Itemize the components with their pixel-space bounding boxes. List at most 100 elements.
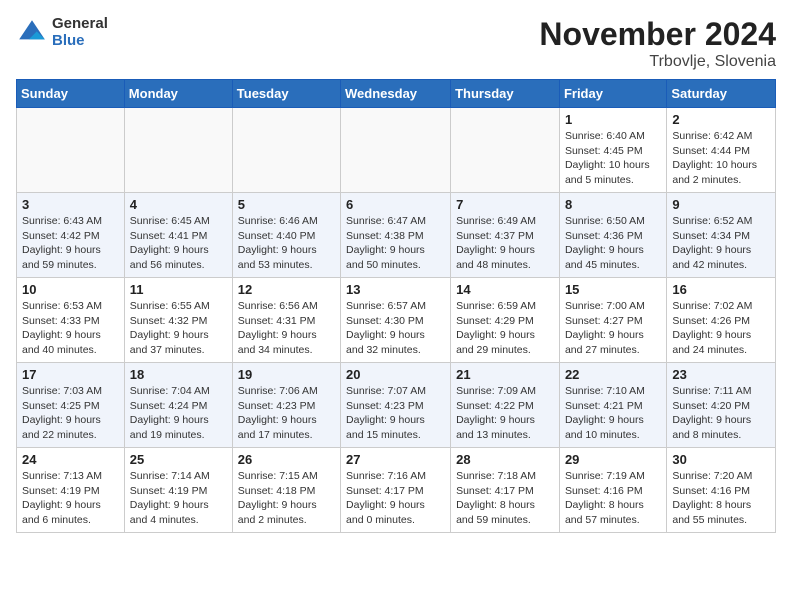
logo-general: General bbox=[52, 16, 108, 33]
day-number: 26 bbox=[238, 452, 335, 467]
weekday-header-row: SundayMondayTuesdayWednesdayThursdayFrid… bbox=[17, 80, 776, 108]
calendar-cell: 10Sunrise: 6:53 AM Sunset: 4:33 PM Dayli… bbox=[17, 278, 125, 363]
day-info: Sunrise: 6:43 AM Sunset: 4:42 PM Dayligh… bbox=[22, 214, 119, 273]
calendar-cell: 26Sunrise: 7:15 AM Sunset: 4:18 PM Dayli… bbox=[232, 448, 340, 533]
day-info: Sunrise: 6:55 AM Sunset: 4:32 PM Dayligh… bbox=[130, 299, 227, 358]
calendar-cell: 17 Sunrise: 7:03 AM Sunset: 4:25 PM Dayli… bbox=[17, 363, 125, 448]
day-number: 30 bbox=[672, 452, 770, 467]
calendar-cell: 1 Sunrise: 6:40 AM Sunset: 4:45 PM Daylig… bbox=[559, 108, 666, 193]
day-info: Sunrise: 6:46 AM Sunset: 4:40 PM Dayligh… bbox=[238, 214, 335, 273]
day-info: Sunrise: 7:03 AM Sunset: 4:25 PM Dayligh… bbox=[22, 384, 119, 443]
day-number: 20 bbox=[346, 367, 445, 382]
calendar: SundayMondayTuesdayWednesdayThursdayFrid… bbox=[16, 79, 776, 533]
day-number: 16 bbox=[672, 282, 770, 297]
day-info: Sunrise: 6:56 AM Sunset: 4:31 PM Dayligh… bbox=[238, 299, 335, 358]
day-number: 8 bbox=[565, 197, 661, 212]
calendar-cell: 29Sunrise: 7:19 AM Sunset: 4:16 PM Dayli… bbox=[559, 448, 666, 533]
day-number: 18 bbox=[130, 367, 227, 382]
day-number: 5 bbox=[238, 197, 335, 212]
weekday-header-wednesday: Wednesday bbox=[341, 80, 451, 108]
day-info: Sunrise: 7:04 AM Sunset: 4:24 PM Dayligh… bbox=[130, 384, 227, 443]
calendar-cell: 11 Sunrise: 6:55 AM Sunset: 4:32 PM Dayli… bbox=[124, 278, 232, 363]
day-number: 6 bbox=[346, 197, 445, 212]
calendar-cell: 22 Sunrise: 7:10 AM Sunset: 4:21 PM Dayli… bbox=[559, 363, 666, 448]
day-number: 17 bbox=[22, 367, 119, 382]
calendar-cell: 28 Sunrise: 7:18 AM Sunset: 4:17 PM Dayli… bbox=[451, 448, 560, 533]
day-info: Sunrise: 6:42 AM Sunset: 4:44 PM Dayligh… bbox=[672, 129, 770, 188]
calendar-cell bbox=[17, 108, 125, 193]
day-number: 23 bbox=[672, 367, 770, 382]
calendar-cell: 25 Sunrise: 7:14 AM Sunset: 4:19 PM Dayli… bbox=[124, 448, 232, 533]
logo-blue: Blue bbox=[52, 33, 108, 50]
day-number: 19 bbox=[238, 367, 335, 382]
calendar-cell bbox=[124, 108, 232, 193]
day-info: Sunrise: 7:13 AM Sunset: 4:19 PM Dayligh… bbox=[22, 469, 119, 528]
day-number: 2 bbox=[672, 112, 770, 127]
day-info: Sunrise: 6:57 AM Sunset: 4:30 PM Dayligh… bbox=[346, 299, 445, 358]
day-info: Sunrise: 6:50 AM Sunset: 4:36 PM Dayligh… bbox=[565, 214, 661, 273]
logo: General Blue bbox=[16, 16, 108, 49]
day-info: Sunrise: 6:59 AM Sunset: 4:29 PM Dayligh… bbox=[456, 299, 554, 358]
calendar-cell: 3 Sunrise: 6:43 AM Sunset: 4:42 PM Daylig… bbox=[17, 193, 125, 278]
day-number: 21 bbox=[456, 367, 554, 382]
calendar-cell: 12 Sunrise: 6:56 AM Sunset: 4:31 PM Dayli… bbox=[232, 278, 340, 363]
weekday-header-thursday: Thursday bbox=[451, 80, 560, 108]
calendar-cell bbox=[341, 108, 451, 193]
day-number: 25 bbox=[130, 452, 227, 467]
day-number: 12 bbox=[238, 282, 335, 297]
day-number: 28 bbox=[456, 452, 554, 467]
day-info: Sunrise: 7:14 AM Sunset: 4:19 PM Dayligh… bbox=[130, 469, 227, 528]
day-info: Sunrise: 7:09 AM Sunset: 4:22 PM Dayligh… bbox=[456, 384, 554, 443]
weekday-header-sunday: Sunday bbox=[17, 80, 125, 108]
calendar-cell bbox=[232, 108, 340, 193]
calendar-cell: 30 Sunrise: 7:20 AM Sunset: 4:16 PM Dayli… bbox=[667, 448, 776, 533]
week-row-1: 1 Sunrise: 6:40 AM Sunset: 4:45 PM Daylig… bbox=[17, 108, 776, 193]
day-number: 9 bbox=[672, 197, 770, 212]
calendar-cell: 7 Sunrise: 6:49 AM Sunset: 4:37 PM Daylig… bbox=[451, 193, 560, 278]
weekday-header-monday: Monday bbox=[124, 80, 232, 108]
day-number: 3 bbox=[22, 197, 119, 212]
calendar-cell: 9Sunrise: 6:52 AM Sunset: 4:34 PM Daylig… bbox=[667, 193, 776, 278]
calendar-cell: 19Sunrise: 7:06 AM Sunset: 4:23 PM Dayli… bbox=[232, 363, 340, 448]
calendar-cell: 24 Sunrise: 7:13 AM Sunset: 4:19 PM Dayli… bbox=[17, 448, 125, 533]
day-number: 27 bbox=[346, 452, 445, 467]
day-number: 13 bbox=[346, 282, 445, 297]
week-row-4: 17 Sunrise: 7:03 AM Sunset: 4:25 PM Dayli… bbox=[17, 363, 776, 448]
calendar-cell: 16Sunrise: 7:02 AM Sunset: 4:26 PM Dayli… bbox=[667, 278, 776, 363]
calendar-cell: 14Sunrise: 6:59 AM Sunset: 4:29 PM Dayli… bbox=[451, 278, 560, 363]
day-info: Sunrise: 6:47 AM Sunset: 4:38 PM Dayligh… bbox=[346, 214, 445, 273]
day-info: Sunrise: 6:49 AM Sunset: 4:37 PM Dayligh… bbox=[456, 214, 554, 273]
title-area: November 2024 Trbovlje, Slovenia bbox=[539, 16, 776, 71]
calendar-cell: 27 Sunrise: 7:16 AM Sunset: 4:17 PM Dayli… bbox=[341, 448, 451, 533]
day-number: 22 bbox=[565, 367, 661, 382]
day-info: Sunrise: 6:45 AM Sunset: 4:41 PM Dayligh… bbox=[130, 214, 227, 273]
weekday-header-friday: Friday bbox=[559, 80, 666, 108]
location: Trbovlje, Slovenia bbox=[539, 53, 776, 71]
day-info: Sunrise: 7:16 AM Sunset: 4:17 PM Dayligh… bbox=[346, 469, 445, 528]
day-info: Sunrise: 7:07 AM Sunset: 4:23 PM Dayligh… bbox=[346, 384, 445, 443]
day-info: Sunrise: 6:40 AM Sunset: 4:45 PM Dayligh… bbox=[565, 129, 661, 188]
day-info: Sunrise: 7:10 AM Sunset: 4:21 PM Dayligh… bbox=[565, 384, 661, 443]
day-number: 24 bbox=[22, 452, 119, 467]
month-title: November 2024 bbox=[539, 16, 776, 53]
weekday-header-saturday: Saturday bbox=[667, 80, 776, 108]
day-info: Sunrise: 7:00 AM Sunset: 4:27 PM Dayligh… bbox=[565, 299, 661, 358]
day-info: Sunrise: 7:18 AM Sunset: 4:17 PM Dayligh… bbox=[456, 469, 554, 528]
logo-icon bbox=[16, 17, 48, 49]
week-row-5: 24 Sunrise: 7:13 AM Sunset: 4:19 PM Dayli… bbox=[17, 448, 776, 533]
day-info: Sunrise: 6:53 AM Sunset: 4:33 PM Dayligh… bbox=[22, 299, 119, 358]
calendar-cell: 21 Sunrise: 7:09 AM Sunset: 4:22 PM Dayli… bbox=[451, 363, 560, 448]
calendar-cell: 20 Sunrise: 7:07 AM Sunset: 4:23 PM Dayli… bbox=[341, 363, 451, 448]
day-number: 15 bbox=[565, 282, 661, 297]
day-number: 4 bbox=[130, 197, 227, 212]
day-number: 1 bbox=[565, 112, 661, 127]
calendar-cell: 13 Sunrise: 6:57 AM Sunset: 4:30 PM Dayli… bbox=[341, 278, 451, 363]
day-number: 29 bbox=[565, 452, 661, 467]
calendar-cell bbox=[451, 108, 560, 193]
day-info: Sunrise: 7:20 AM Sunset: 4:16 PM Dayligh… bbox=[672, 469, 770, 528]
day-number: 11 bbox=[130, 282, 227, 297]
day-number: 7 bbox=[456, 197, 554, 212]
calendar-cell: 2 Sunrise: 6:42 AM Sunset: 4:44 PM Daylig… bbox=[667, 108, 776, 193]
day-info: Sunrise: 7:11 AM Sunset: 4:20 PM Dayligh… bbox=[672, 384, 770, 443]
calendar-cell: 23 Sunrise: 7:11 AM Sunset: 4:20 PM Dayli… bbox=[667, 363, 776, 448]
